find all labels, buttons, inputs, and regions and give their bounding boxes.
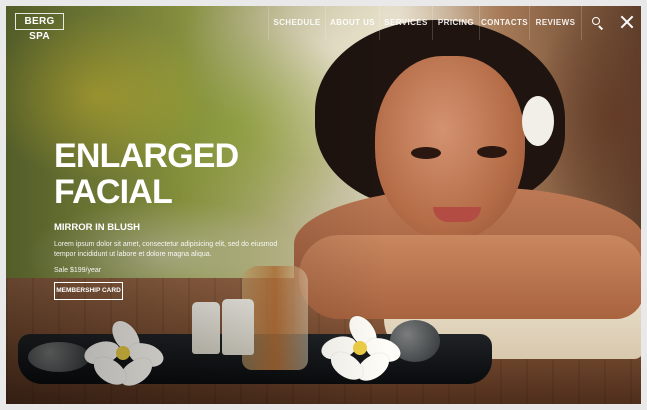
search-button[interactable] [581, 6, 611, 40]
price-text: Sale $199/year [54, 267, 102, 274]
hero-slide: BERG SPA SCHEDULE ABOUT US SERVICES PRIC… [6, 6, 641, 404]
menu-item-contacts[interactable]: CONTACTS [479, 6, 529, 40]
main-menu: SCHEDULE ABOUT US SERVICES PRICING CONTA… [268, 6, 641, 40]
brand-logo[interactable]: BERG SPA [15, 13, 64, 42]
hero-title-line-1: ENLARGED [54, 137, 239, 175]
menu-item-about-us[interactable]: ABOUT US [325, 6, 379, 40]
menu-item-pricing[interactable]: PRICING [432, 6, 479, 40]
hero-subtitle: MIRROR IN BLUSH [54, 222, 141, 233]
menu-item-reviews[interactable]: REVIEWS [529, 6, 581, 40]
hero-description: Lorem ipsum dolor sit amet, consectetur … [54, 241, 278, 258]
hero-content: ENLARGED FACIAL MIRROR IN BLUSH Lorem ip… [54, 138, 294, 300]
close-icon [619, 14, 635, 30]
close-button[interactable] [611, 6, 641, 40]
search-icon [592, 17, 600, 25]
hero-title: ENLARGED FACIAL [54, 138, 294, 210]
menu-item-services[interactable]: SERVICES [379, 6, 432, 40]
hero-title-line-2: FACIAL [54, 173, 173, 211]
membership-card-button[interactable]: MEMBERSHIP CARD [54, 282, 123, 300]
menu-item-schedule[interactable]: SCHEDULE [268, 6, 325, 40]
top-navigation: BERG SPA SCHEDULE ABOUT US SERVICES PRIC… [6, 6, 641, 42]
